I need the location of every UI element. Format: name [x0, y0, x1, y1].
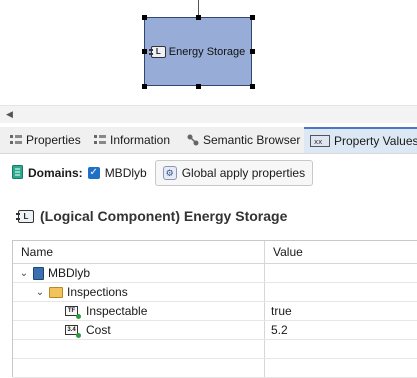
- number-property-icon: 3.4: [65, 325, 81, 338]
- property-values-table: Name Value ⌄ MBDlyb ⌄ Inspections TF Ins…: [12, 240, 417, 378]
- tab-label: Information: [110, 133, 171, 147]
- resize-handle-se[interactable]: [250, 84, 255, 89]
- empty-row: [13, 359, 417, 378]
- tab-label: Properties: [26, 133, 81, 147]
- domains-icon: [12, 164, 23, 182]
- domains-row: Domains: ✓ MBDlyb ⚙ Global apply propert…: [12, 160, 314, 186]
- button-label: Global apply properties: [181, 166, 306, 180]
- tab-information[interactable]: Information: [88, 127, 176, 153]
- logical-component-icon: L: [148, 45, 166, 58]
- row-name: Inspectable: [86, 304, 148, 318]
- table-row[interactable]: ⌄ MBDlyb: [13, 264, 417, 283]
- row-value[interactable]: [265, 264, 417, 282]
- global-apply-icon: ⚙: [162, 166, 177, 180]
- tab-label: Property Values: [334, 134, 417, 148]
- row-name: Inspections: [67, 285, 128, 299]
- resize-handle-nw[interactable]: [142, 15, 147, 20]
- global-apply-properties-button[interactable]: ⚙ Global apply properties: [154, 160, 314, 186]
- logical-component-icon: L: [16, 209, 34, 223]
- table-row[interactable]: ⌄ Inspections: [13, 283, 417, 302]
- row-value[interactable]: 5.2: [265, 321, 417, 339]
- diagram-canvas[interactable]: L Energy Storage: [0, 0, 417, 105]
- view-tab-bar: Properties Information Semantic Browser …: [0, 127, 417, 154]
- svg-text:xx: xx: [314, 138, 322, 146]
- chevron-down-icon[interactable]: ⌄: [19, 268, 29, 279]
- row-name: Cost: [86, 323, 111, 337]
- folder-open-icon: [49, 286, 63, 298]
- tab-properties[interactable]: Properties: [4, 127, 87, 153]
- information-icon: [94, 134, 106, 146]
- column-header-value[interactable]: Value: [265, 241, 417, 263]
- table-row[interactable]: 3.4 Cost 5.2: [13, 321, 417, 340]
- resize-handle-e[interactable]: [250, 49, 255, 54]
- chevron-down-icon[interactable]: ⌄: [35, 287, 45, 298]
- resize-handle-w[interactable]: [142, 49, 147, 54]
- row-name: MBDlyb: [48, 266, 91, 280]
- resize-handle-ne[interactable]: [250, 15, 255, 20]
- table-header: Name Value: [13, 241, 417, 264]
- scroll-left-arrow-icon[interactable]: ◀: [6, 109, 13, 120]
- horizontal-scrollbar[interactable]: ◀: [0, 105, 417, 123]
- tab-property-values[interactable]: xx Property Values: [304, 127, 417, 153]
- row-value[interactable]: [265, 283, 417, 301]
- boolean-property-icon: TF: [65, 306, 81, 319]
- empty-row: [13, 340, 417, 359]
- property-values-icon: xx: [310, 135, 330, 147]
- mbdlyb-checkbox-label[interactable]: MBDlyb: [105, 166, 147, 180]
- table-row[interactable]: TF Inspectable true: [13, 302, 417, 321]
- node-label: Energy Storage: [168, 45, 246, 58]
- energy-storage-node[interactable]: L Energy Storage: [144, 17, 252, 86]
- component-title-text: (Logical Component) Energy Storage: [40, 208, 288, 224]
- column-header-name[interactable]: Name: [13, 241, 265, 263]
- resize-handle-n[interactable]: [196, 15, 201, 20]
- properties-icon: [10, 134, 22, 146]
- mbdlyb-checkbox[interactable]: ✓: [87, 167, 100, 179]
- component-title: L (Logical Component) Energy Storage: [16, 208, 288, 224]
- resize-handle-sw[interactable]: [142, 84, 147, 89]
- tab-label: Semantic Browser: [203, 133, 301, 147]
- domains-label: Domains:: [28, 166, 83, 180]
- semantic-browser-icon: [187, 134, 199, 146]
- tab-semantic-browser[interactable]: Semantic Browser: [181, 127, 306, 153]
- row-value[interactable]: true: [265, 302, 417, 320]
- resize-handle-s[interactable]: [196, 84, 201, 89]
- book-icon: [33, 266, 44, 280]
